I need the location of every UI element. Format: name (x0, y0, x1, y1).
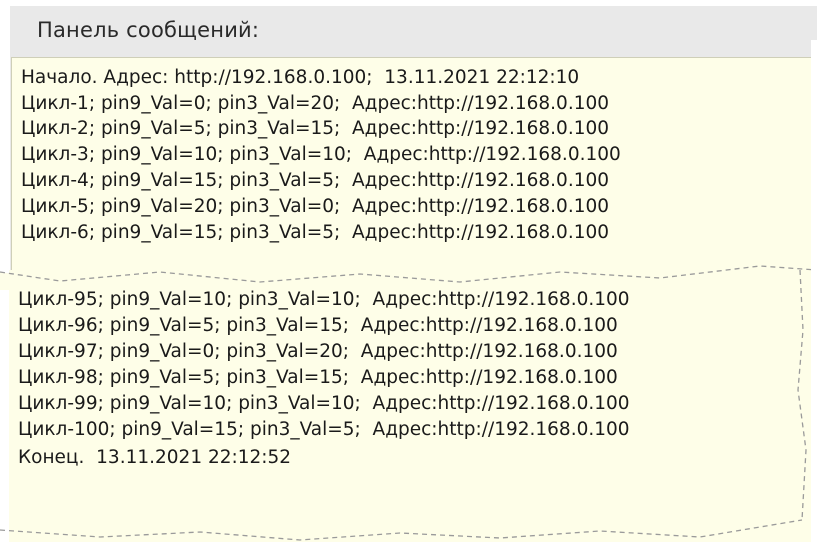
log-line: Цикл-98; pin9_Val=5; pin3_Val=15; Адрес:… (18, 367, 618, 388)
log-line: Цикл-4; pin9_Val=15; pin3_Val=5; Адрес:h… (21, 170, 610, 191)
log-line: Цикл-100; pin9_Val=15; pin3_Val=5; Адрес… (18, 419, 630, 440)
panel-title: Панель сообщений: (37, 18, 260, 42)
log-line: Начало. Адрес: http://192.168.0.100; 13.… (21, 67, 580, 88)
log-line: Цикл-3; pin9_Val=10; pin3_Val=10; Адрес:… (21, 144, 621, 165)
log-line: Цикл-99; pin9_Val=10; pin3_Val=10; Адрес… (18, 393, 630, 414)
message-panel-screenshot: Панель сообщений: Начало. Адрес: http://… (0, 0, 817, 544)
log-line: Цикл-5; pin9_Val=20; pin3_Val=0; Адрес:h… (21, 196, 610, 217)
log-line: Цикл-96; pin9_Val=5; pin3_Val=15; Адрес:… (18, 315, 618, 336)
log-line: Цикл-97; pin9_Val=0; pin3_Val=20; Адрес:… (18, 341, 618, 362)
message-log-top[interactable]: Начало. Адрес: http://192.168.0.100; 13.… (11, 57, 817, 274)
log-line: Цикл-1; pin9_Val=0; pin3_Val=20; Адрес:h… (21, 93, 610, 114)
log-line: Цикл-95; pin9_Val=10; pin3_Val=10; Адрес… (18, 289, 630, 310)
log-line: Цикл-2; pin9_Val=5; pin3_Val=15; Адрес:h… (21, 118, 610, 139)
log-line: Цикл-6; pin9_Val=15; pin3_Val=5; Адрес:h… (21, 222, 610, 243)
log-line: Конец. 13.11.2021 22:12:52 (18, 447, 292, 468)
message-log-bottom[interactable]: Цикл-95; pin9_Val=10; pin3_Val=10; Адрес… (9, 270, 815, 542)
